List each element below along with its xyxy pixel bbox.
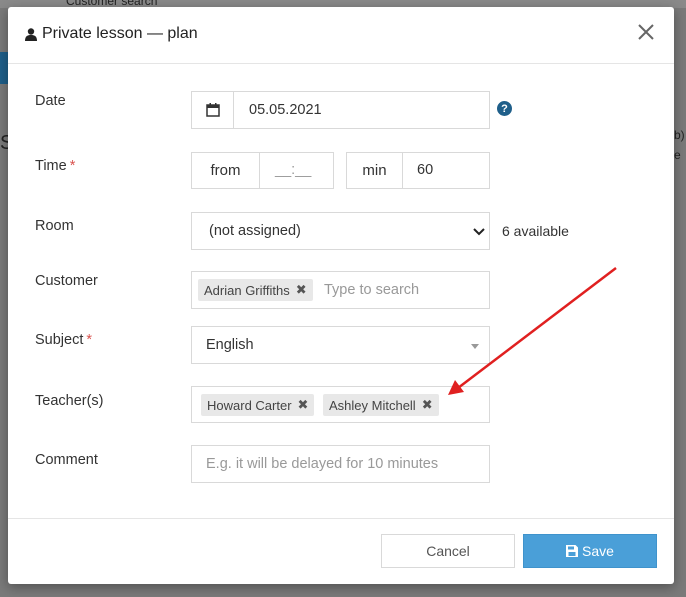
chevron-down-icon xyxy=(473,228,485,236)
customer-tag-label: Adrian Griffiths xyxy=(204,282,290,298)
user-icon xyxy=(25,27,37,41)
calendar-button[interactable] xyxy=(191,91,234,129)
customer-tag: Adrian Griffiths ✖ xyxy=(198,279,313,301)
time-label-text: Time xyxy=(35,158,67,174)
caret-down-icon xyxy=(471,344,479,349)
private-lesson-dialog: Private lesson — plan Date 05.05.2021 ? … xyxy=(8,7,674,584)
cancel-button[interactable]: Cancel xyxy=(381,534,515,568)
help-icon[interactable]: ? xyxy=(497,101,512,116)
date-label: Date xyxy=(35,93,66,109)
date-value: 05.05.2021 xyxy=(249,102,322,118)
remove-tag-icon[interactable]: ✖ xyxy=(422,397,433,413)
comment-input[interactable]: E.g. it will be delayed for 10 minutes xyxy=(191,445,490,483)
comment-label: Comment xyxy=(35,452,98,468)
customer-input[interactable]: Adrian Griffiths ✖ Type to search xyxy=(191,271,490,309)
min-addon: min xyxy=(346,152,403,189)
teacher-tag-label: Howard Carter xyxy=(207,397,292,413)
background-nav-bar xyxy=(0,52,8,84)
subject-value: English xyxy=(206,337,254,353)
comment-placeholder: E.g. it will be delayed for 10 minutes xyxy=(206,456,439,472)
room-value: (not assigned) xyxy=(209,223,301,239)
customer-search-placeholder: Type to search xyxy=(324,282,420,298)
subject-select[interactable]: English xyxy=(191,326,490,364)
floppy-disk-icon xyxy=(566,545,579,557)
background-text: b) xyxy=(674,128,685,142)
teachers-label: Teacher(s) xyxy=(35,393,104,409)
save-button-label: Save xyxy=(582,543,614,559)
from-time-value: __:__ xyxy=(275,162,312,178)
required-marker: * xyxy=(69,158,76,174)
dialog-title: Private lesson — plan xyxy=(25,25,198,43)
date-input[interactable]: 05.05.2021 xyxy=(233,91,490,129)
teacher-tag-label: Ashley Mitchell xyxy=(329,397,416,413)
time-label: Time * xyxy=(35,158,75,174)
customer-label: Customer xyxy=(35,273,98,289)
from-addon: from xyxy=(191,152,260,189)
duration-value: 60 xyxy=(417,162,434,178)
dialog-header: Private lesson — plan xyxy=(8,7,674,64)
rooms-available-text: 6 available xyxy=(502,223,569,239)
save-button[interactable]: Save xyxy=(523,534,657,568)
teacher-tag: Howard Carter ✖ xyxy=(201,394,315,416)
teacher-tag: Ashley Mitchell ✖ xyxy=(323,394,439,416)
room-select[interactable]: (not assigned) xyxy=(191,212,490,250)
from-time-input[interactable]: __:__ xyxy=(259,152,334,189)
duration-input[interactable]: 60 xyxy=(402,152,490,189)
dialog-title-text: Private lesson — plan xyxy=(42,25,198,42)
close-icon[interactable] xyxy=(634,20,658,44)
dialog-footer-divider xyxy=(8,518,674,519)
subject-label-text: Subject xyxy=(35,332,84,348)
background-text: e xyxy=(674,148,681,162)
subject-label: Subject * xyxy=(35,332,92,348)
room-label: Room xyxy=(35,218,74,234)
required-marker: * xyxy=(86,332,93,348)
calendar-icon xyxy=(205,103,220,117)
remove-tag-icon[interactable]: ✖ xyxy=(296,282,307,298)
teachers-input[interactable]: Howard Carter ✖ Ashley Mitchell ✖ xyxy=(191,386,490,423)
remove-tag-icon[interactable]: ✖ xyxy=(298,397,309,413)
